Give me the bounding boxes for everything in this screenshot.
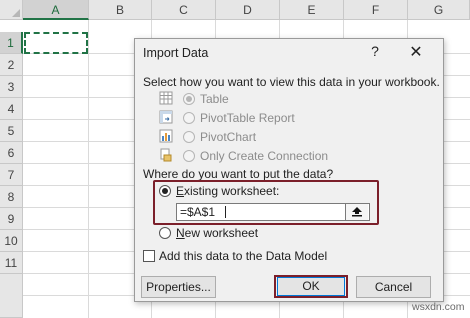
column-header-b[interactable]: B	[89, 0, 152, 20]
collapse-dialog-button[interactable]	[345, 204, 368, 220]
row-header-6[interactable]: 6	[0, 142, 23, 164]
row-header-filler	[0, 274, 23, 318]
view-prompt: Select how you want to view this data in…	[143, 75, 440, 89]
column-header-a[interactable]: A	[23, 0, 89, 20]
column-header-e[interactable]: E	[280, 0, 344, 20]
row-header-2[interactable]: 2	[0, 54, 23, 76]
pivot-table-icon	[159, 110, 173, 124]
row-header-8[interactable]: 8	[0, 186, 23, 208]
existing-worksheet-accesskey: E	[176, 184, 185, 198]
collapse-arrow-icon	[352, 207, 362, 217]
row-header-3[interactable]: 3	[0, 76, 23, 98]
column-header-c[interactable]: C	[152, 0, 216, 20]
reference-input[interactable]: =$A$1	[176, 203, 370, 221]
add-to-data-model-checkbox[interactable]	[143, 250, 155, 262]
option-pivot-chart-label: PivotChart	[200, 130, 257, 144]
radio-only-connection[interactable]	[183, 150, 195, 162]
add-to-data-model-label: Add this data to the Data Model	[159, 249, 328, 263]
reference-input-value: =$A$1	[180, 205, 216, 219]
option-pivot-table-label: PivotTable Report	[200, 111, 295, 125]
new-worksheet-accesskey: N	[176, 226, 185, 240]
properties-button[interactable]: Properties...	[141, 276, 216, 298]
option-table-label: Table	[200, 92, 229, 106]
radio-new-worksheet[interactable]	[159, 227, 171, 239]
column-header-row: A B C D E F G	[0, 0, 470, 20]
row-header-5[interactable]: 5	[0, 120, 23, 142]
watermark-text: wsxdn.com	[412, 301, 465, 313]
row-header-7[interactable]: 7	[0, 164, 23, 186]
row-header-4[interactable]: 4	[0, 98, 23, 120]
close-button[interactable]: ✕	[405, 42, 427, 62]
radio-pivot-table[interactable]	[183, 112, 195, 124]
text-caret	[225, 206, 226, 218]
help-button[interactable]: ?	[365, 43, 385, 59]
existing-worksheet-label: Existing worksheet:	[176, 184, 279, 198]
row-header-10[interactable]: 10	[0, 230, 23, 252]
row-header-11[interactable]: 11	[0, 252, 23, 274]
column-header-f[interactable]: F	[344, 0, 408, 20]
new-worksheet-label: New worksheet	[176, 226, 258, 240]
radio-pivot-chart[interactable]	[183, 131, 195, 143]
existing-worksheet-label-rest: xisting worksheet:	[184, 184, 280, 198]
connection-icon	[160, 148, 172, 162]
radio-table[interactable]	[183, 93, 195, 105]
table-icon	[159, 91, 173, 105]
column-header-d[interactable]: D	[216, 0, 280, 20]
cancel-button[interactable]: Cancel	[356, 276, 431, 298]
ok-button[interactable]: OK	[277, 277, 345, 296]
row-header-1[interactable]: 1	[0, 32, 23, 54]
option-only-connection-label: Only Create Connection	[200, 149, 329, 163]
select-all-corner[interactable]	[0, 0, 23, 20]
radio-existing-worksheet[interactable]	[159, 185, 171, 197]
dialog-title: Import Data	[143, 46, 209, 60]
pivot-chart-icon	[159, 129, 173, 143]
active-cell-a1[interactable]	[24, 32, 88, 54]
row-header-9[interactable]: 9	[0, 208, 23, 230]
column-header-g[interactable]: G	[408, 0, 470, 20]
location-prompt: Where do you want to put the data?	[143, 167, 334, 181]
new-worksheet-label-rest: ew worksheet	[184, 226, 259, 240]
